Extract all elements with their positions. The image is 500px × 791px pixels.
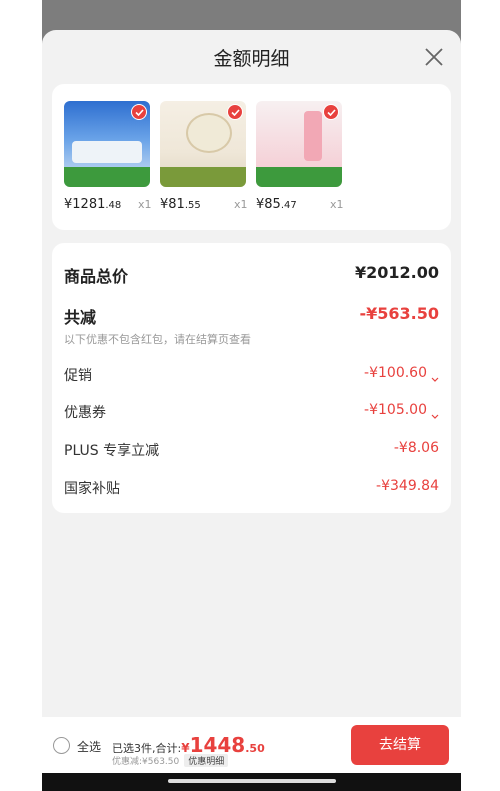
coupon-label: 优惠券 (64, 405, 106, 421)
plus-discount-label: PLUS 专享立减 (64, 443, 160, 459)
right-margin (461, 0, 500, 791)
product-image[interactable] (64, 101, 150, 187)
plus-discount-value: -¥8.06 (393, 440, 439, 456)
discount-summary: 优惠减:¥563.50 优惠明细 (112, 754, 229, 767)
selected-check-icon (227, 104, 243, 120)
national-subsidy-label: 国家补贴 (64, 481, 120, 497)
product-item[interactable]: ¥81.55 x1 (160, 101, 250, 212)
discount-note: 以下优惠不包含红包，请在结算页查看 (64, 333, 251, 346)
product-image[interactable] (256, 101, 342, 187)
product-quantity: x1 (138, 198, 152, 211)
product-price: ¥81.55 (160, 197, 201, 212)
discount-text: 优惠减:¥563.50 (112, 757, 180, 767)
product-price: ¥85.47 (256, 197, 297, 212)
national-subsidy-value: -¥349.84 (376, 478, 439, 494)
select-all-radio[interactable] (53, 737, 70, 754)
checkout-bar: 全选 已选3件,合计:¥1448.50 优惠减:¥563.50 优惠明细 去结算 (42, 717, 461, 773)
total-reduction-label: 共减 (64, 308, 97, 327)
total-reduction-value: -¥563.50 (359, 304, 439, 323)
total-price-label: 商品总价 (64, 267, 129, 286)
chevron-down-icon[interactable] (431, 368, 439, 387)
sheet-title: 金额明细 (213, 48, 290, 70)
select-all-label[interactable]: 全选 (77, 738, 101, 755)
price-breakdown-card: 商品总价 ¥2012.00 共减 -¥563.50 以下优惠不包含红包，请在结算… (52, 243, 451, 513)
product-list-card: ¥1281.48 x1 ¥81.55 x1 ¥85.47 x1 (52, 84, 451, 230)
home-indicator[interactable] (168, 779, 336, 783)
discount-detail-button[interactable]: 优惠明细 (184, 754, 229, 767)
product-item[interactable]: ¥85.47 x1 (256, 101, 346, 212)
coupon-value: -¥105.00 (364, 402, 427, 418)
promotion-value: -¥100.60 (364, 365, 427, 381)
checkout-button[interactable]: 去结算 (351, 725, 449, 765)
promotion-label: 促销 (64, 368, 92, 384)
phone-screen: 金额明细 ¥1281.48 x1 ¥81.55 x1 ¥85.47 x1 商品总… (42, 0, 461, 791)
product-price: ¥1281.48 (64, 197, 122, 212)
product-item[interactable]: ¥1281.48 x1 (64, 101, 154, 212)
close-icon[interactable] (423, 46, 445, 68)
selected-check-icon (131, 104, 147, 120)
selected-check-icon (323, 104, 339, 120)
product-quantity: x1 (234, 198, 248, 211)
chevron-down-icon[interactable] (431, 405, 439, 424)
total-price-value: ¥2012.00 (354, 263, 439, 282)
product-quantity: x1 (330, 198, 344, 211)
product-image[interactable] (160, 101, 246, 187)
